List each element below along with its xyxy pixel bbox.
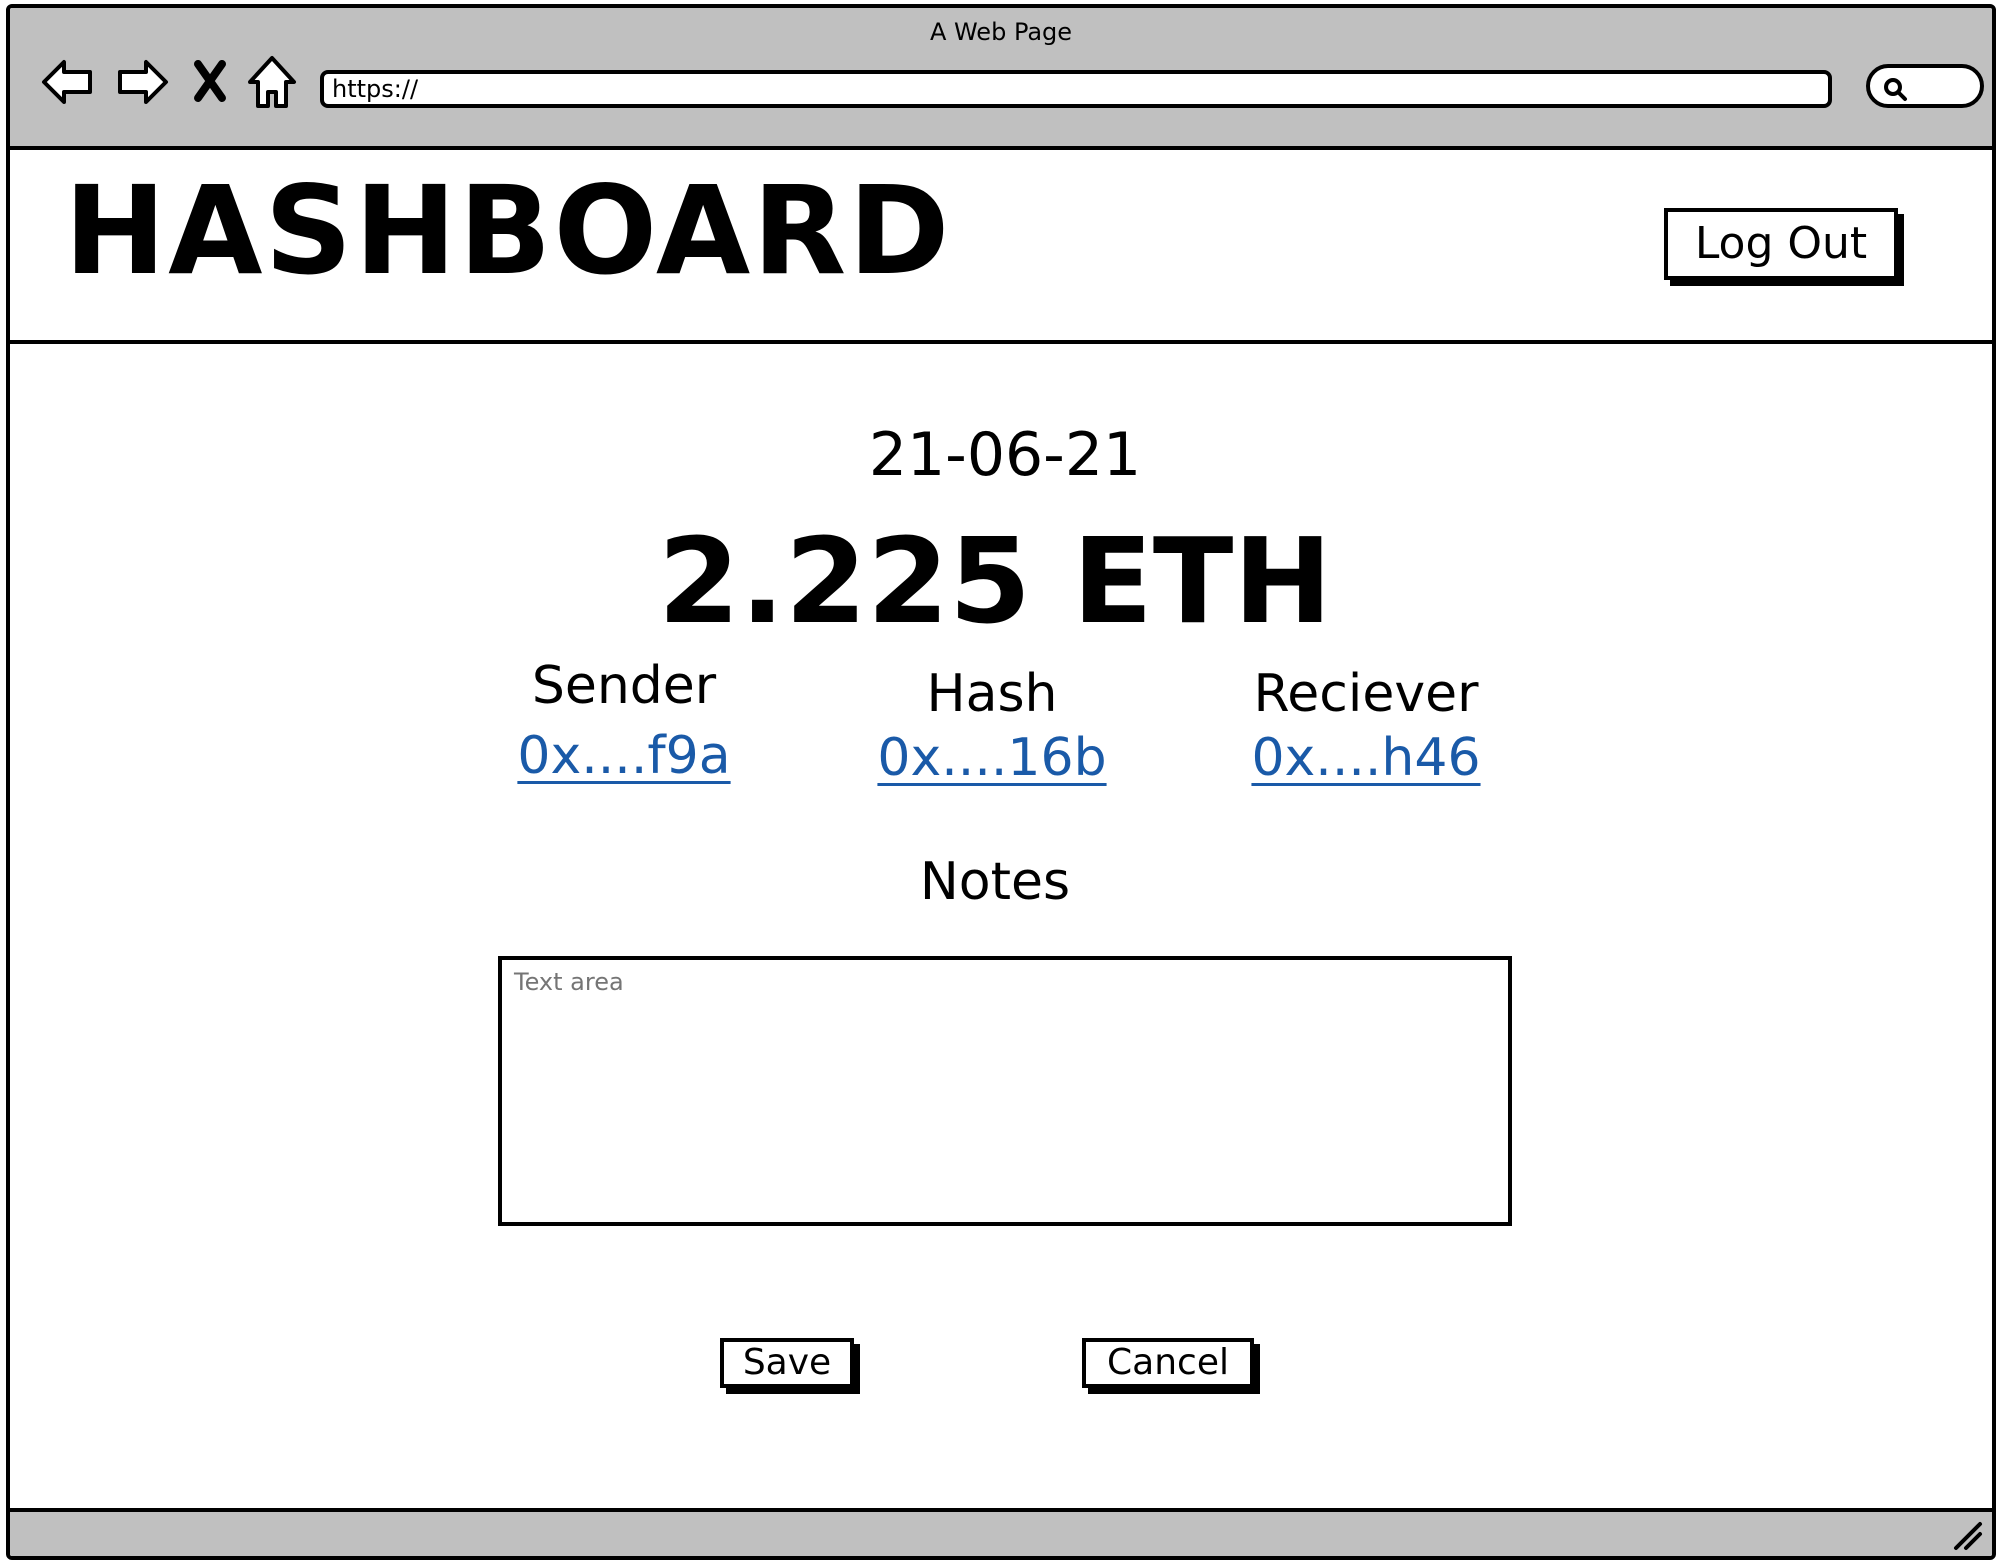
hash-link[interactable]: 0x....16b: [842, 728, 1142, 788]
receiver-label: Reciever: [1253, 664, 1479, 724]
search-icon: [1884, 78, 1907, 101]
save-button[interactable]: Save: [720, 1338, 854, 1388]
receiver-address-link[interactable]: 0x....h46: [1216, 728, 1516, 788]
transaction-detail: 21-06-21 2.225 ETH Sender 0x....f9a Hash…: [10, 344, 1992, 1516]
home-icon[interactable]: [242, 52, 302, 112]
browser-search-field[interactable]: [1866, 64, 1984, 108]
logout-button[interactable]: Log Out: [1664, 208, 1898, 280]
url-bar[interactable]: https://: [320, 70, 1832, 108]
receiver-column: Reciever 0x....h46: [1216, 664, 1516, 788]
transaction-amount: 2.225 ETH: [657, 512, 1333, 650]
sender-column: Sender 0x....f9a: [474, 656, 774, 786]
status-bar: [10, 1508, 1992, 1556]
back-arrow-icon[interactable]: [38, 52, 98, 112]
cancel-button[interactable]: Cancel: [1082, 1338, 1254, 1388]
hash-label: Hash: [926, 664, 1058, 724]
brand-title: HASHBOARD: [64, 160, 952, 302]
notes-label: Notes: [919, 852, 1071, 912]
close-x-icon[interactable]: [186, 52, 246, 112]
resize-grip-icon[interactable]: [1950, 1518, 1984, 1552]
forward-arrow-icon[interactable]: [112, 52, 172, 112]
app-header: HASHBOARD Log Out: [10, 150, 1992, 344]
hash-column: Hash 0x....16b: [842, 664, 1142, 788]
transaction-date: 21-06-21: [868, 420, 1142, 490]
sender-label: Sender: [531, 656, 717, 716]
browser-chrome: A Web Page https://: [10, 8, 1992, 150]
notes-textarea[interactable]: [498, 956, 1512, 1226]
sender-address-link[interactable]: 0x....f9a: [474, 726, 774, 786]
browser-window: A Web Page https:// HASHBOARD Log Out 21…: [6, 4, 1996, 1560]
window-title: A Web Page: [929, 18, 1073, 46]
